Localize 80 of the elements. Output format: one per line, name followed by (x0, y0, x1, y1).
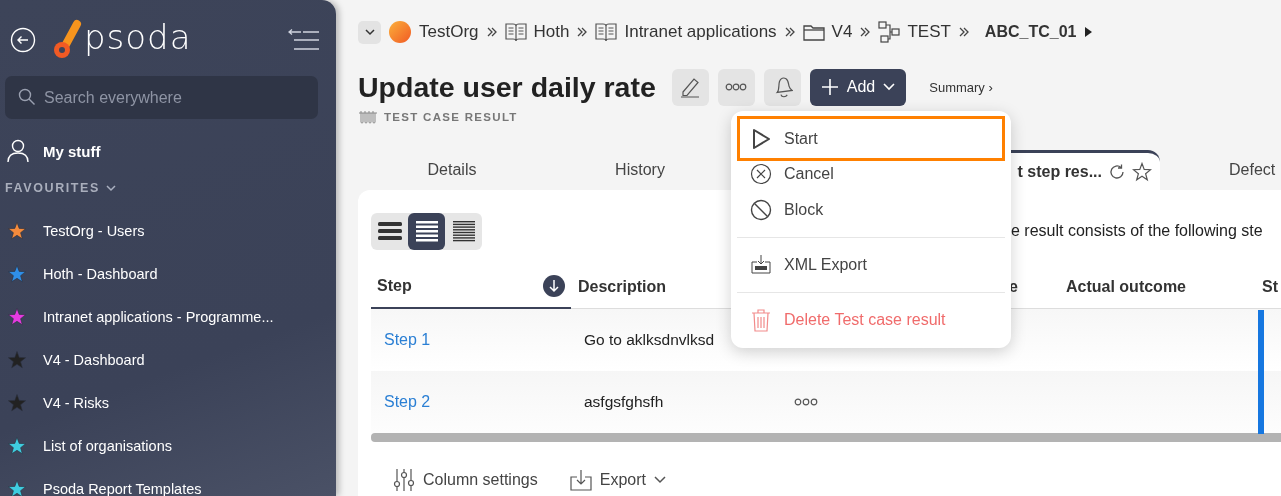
cancel-icon (750, 163, 772, 185)
double-chevron-icon (485, 26, 498, 38)
more-button[interactable] (717, 68, 755, 106)
organisation-icon (388, 20, 412, 44)
xml-file-icon (750, 254, 772, 276)
menu-item[interactable]: Block (737, 192, 1005, 228)
play-icon (750, 127, 772, 150)
chevron-down-icon[interactable] (105, 184, 116, 192)
menu-item[interactable]: XML Export (737, 247, 1005, 283)
double-chevron-icon (576, 26, 589, 38)
step-link[interactable]: Step 2 (384, 393, 431, 411)
column-settings-button[interactable]: Column settings (393, 468, 538, 492)
step-link[interactable]: Step 1 (384, 331, 431, 349)
search-icon (18, 88, 36, 106)
chevron-down-icon (883, 83, 896, 91)
sort-descending-icon[interactable] (543, 274, 565, 297)
trash-icon (750, 308, 772, 332)
star-icon[interactable] (1132, 161, 1152, 182)
collapse-menu-icon[interactable] (288, 29, 320, 51)
bell-button[interactable] (763, 68, 801, 106)
folder-icon (802, 23, 825, 41)
lines-icon (376, 220, 403, 242)
table-cell: asfgsfghsfh (584, 393, 664, 411)
horizontal-scrollbar[interactable] (371, 433, 1281, 442)
caret-right-icon[interactable] (1083, 26, 1094, 38)
edit-button[interactable] (671, 68, 709, 106)
download-icon (569, 469, 592, 491)
book-icon (595, 22, 618, 42)
favourite-item[interactable]: V4 - Risks (43, 394, 110, 411)
column-header[interactable]: Description (578, 277, 666, 296)
record-type-label: TEST CASE RESULT (384, 111, 518, 123)
breadcrumb-link[interactable]: TestOrg (419, 22, 479, 42)
favourite-item[interactable]: List of organisations (43, 437, 172, 454)
dropdown-button[interactable] (358, 20, 381, 44)
favourite-item[interactable]: Intranet applications - Programme... (43, 308, 274, 325)
flowchart-icon (878, 21, 901, 43)
export-button[interactable]: Export (569, 469, 666, 491)
column-header[interactable]: Step (377, 276, 412, 295)
breadcrumb-link[interactable]: Intranet applications (624, 22, 777, 42)
breadcrumb-link[interactable]: TEST (907, 22, 951, 42)
chevron-down-icon (653, 476, 666, 484)
sliders-icon (393, 468, 415, 492)
summary-link[interactable]: Summary › (929, 79, 993, 95)
column-header[interactable]: Actual outcome (1066, 277, 1186, 296)
double-chevron-icon (957, 26, 970, 38)
plus-icon (820, 78, 839, 96)
favourite-item[interactable]: Psoda Report Templates (43, 480, 202, 496)
more-icon[interactable] (794, 398, 818, 406)
book-icon (504, 22, 527, 42)
lines-icon (450, 220, 477, 242)
double-chevron-icon (783, 26, 796, 38)
view-mode-button[interactable] (408, 212, 445, 250)
back-icon[interactable] (10, 27, 36, 53)
search-field[interactable]: Search everywhere (5, 76, 318, 119)
breadcrumb-link[interactable]: Hoth (533, 22, 570, 42)
chevron-down-icon (364, 28, 375, 36)
pencil-icon (679, 76, 702, 98)
favourite-item[interactable]: V4 - Dashboard (43, 351, 145, 368)
tab[interactable]: History (546, 150, 734, 190)
add-button[interactable]: Add (809, 68, 907, 106)
description-text: e result consists of the following ste (1011, 222, 1263, 240)
column-header[interactable]: St (1262, 277, 1278, 296)
favourite-item[interactable]: TestOrg - Users (43, 222, 145, 239)
lines-icon (413, 220, 440, 242)
refresh-icon[interactable] (1108, 162, 1126, 181)
logo-text: psoda (84, 17, 192, 57)
favourites-heading[interactable]: FAVOURITES (5, 181, 100, 195)
menu-item[interactable]: Start (737, 116, 1005, 161)
tab[interactable]: Defect (1160, 150, 1276, 190)
favourite-item[interactable]: Hoth - Dashboard (43, 265, 158, 282)
tab[interactable]: Details (358, 150, 546, 190)
breadcrumb-link[interactable]: V4 (831, 22, 853, 42)
more-icon (725, 83, 748, 91)
table-cell: Go to aklksdnvlksd (584, 331, 715, 349)
person-icon (7, 139, 29, 163)
my-stuff-link[interactable]: My stuff (43, 142, 101, 160)
current-page-label: ABC_TC_01 (984, 23, 1077, 41)
double-chevron-icon (859, 26, 872, 38)
page-title: Update user daily rate (358, 70, 656, 104)
block-icon (750, 199, 772, 221)
